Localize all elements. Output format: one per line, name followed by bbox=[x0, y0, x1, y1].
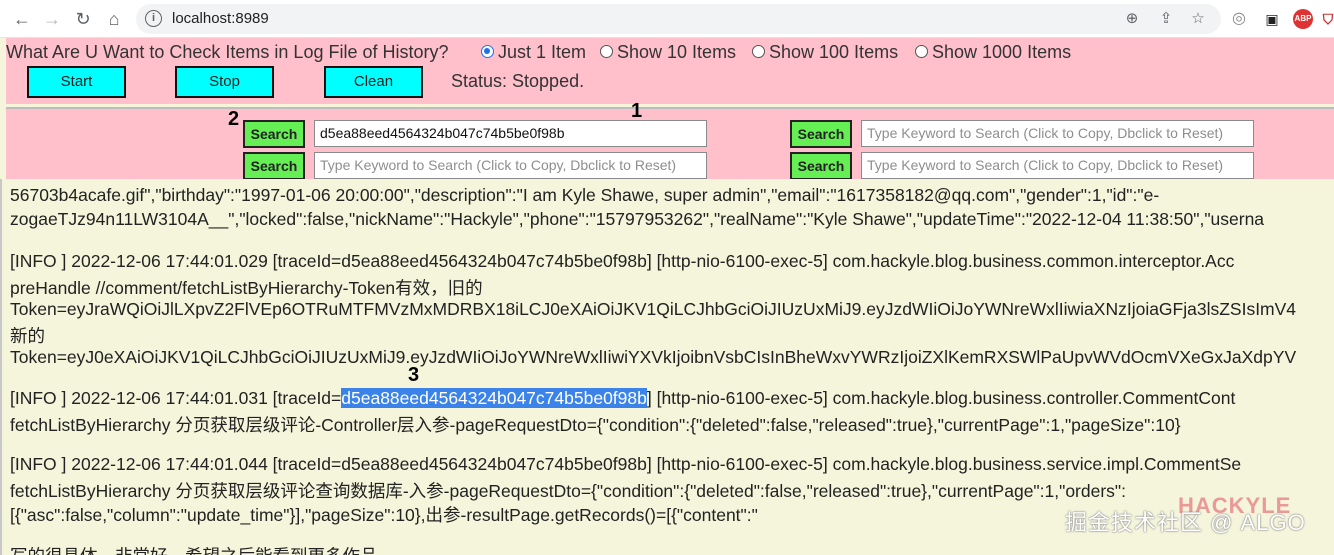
reload-icon[interactable]: ↻ bbox=[72, 8, 94, 30]
option-100-items[interactable]: Show 100 Items bbox=[752, 42, 898, 63]
annotation-marker-3: 3 bbox=[408, 364, 420, 386]
log-line: 写的很具体，非常好，希望之后能看到更多作品 bbox=[10, 543, 378, 555]
address-url[interactable]: localhost:8989 bbox=[172, 10, 269, 27]
log-line: 新的 bbox=[10, 326, 45, 346]
adblock-icon[interactable]: ABP bbox=[1293, 9, 1313, 29]
log-line: [INFO ] 2022-12-06 17:44:01.029 [traceId… bbox=[10, 251, 1235, 271]
status-text: Status: Stopped. bbox=[451, 71, 585, 91]
stop-button[interactable]: Stop bbox=[175, 66, 274, 98]
item-count-question: What Are U Want to Check Items in Log Fi… bbox=[6, 42, 449, 62]
search-input-2[interactable]: Type Keyword to Search (Click to Copy, D… bbox=[861, 120, 1254, 147]
bookmark-star-icon[interactable]: ☆ bbox=[1188, 9, 1208, 29]
search-input-4[interactable]: Type Keyword to Search (Click to Copy, D… bbox=[861, 152, 1254, 179]
log-line: [INFO ] 2022-12-06 17:44:01.044 [traceId… bbox=[10, 454, 1242, 474]
search-input-1[interactable]: d5ea88eed4564324b047c74b5be0f98b bbox=[314, 120, 707, 147]
share-icon[interactable]: ⇪ bbox=[1156, 9, 1176, 29]
forward-icon[interactable]: → bbox=[41, 8, 63, 30]
option-1-item[interactable]: Just 1 Item bbox=[481, 42, 586, 63]
search-input-3[interactable]: Type Keyword to Search (Click to Copy, D… bbox=[314, 152, 707, 179]
log-line: Token=eyJraWQiOiJlLXpvZ2FlVEp6OTRuMTFMVz… bbox=[10, 299, 1297, 319]
option-1000-items[interactable]: Show 1000 Items bbox=[915, 42, 1071, 63]
log-output[interactable]: 56703b4acafe.gif","birthday":"1997-01-06… bbox=[0, 179, 1334, 555]
clean-button[interactable]: Clean bbox=[324, 66, 423, 98]
log-line: fetchListByHierarchy 分页获取层级评论查询数据库-入参-pa… bbox=[10, 481, 1126, 501]
back-icon[interactable]: ← bbox=[11, 8, 33, 30]
address-bar[interactable]: i localhost:8989 ⊕ ⇪ ☆ bbox=[136, 4, 1221, 34]
log-line-highlighted: [INFO ] 2022-12-06 17:44:01.031 [traceId… bbox=[10, 388, 1236, 408]
control-panel: What Are U Want to Check Items in Log Fi… bbox=[6, 38, 1334, 104]
radio-icon[interactable] bbox=[752, 45, 765, 58]
log-line: [{"asc":false,"column":"update_time"}],"… bbox=[10, 505, 758, 525]
search-button-2[interactable]: Search bbox=[790, 120, 852, 148]
option-10-items[interactable]: Show 10 Items bbox=[600, 42, 736, 63]
home-icon[interactable]: ⌂ bbox=[103, 8, 125, 30]
extension-circle-icon[interactable]: ◎ bbox=[1229, 9, 1249, 29]
log-line: Token=eyJ0eXAiOiJKV1QiLCJhbGciOiJIUzUxMi… bbox=[10, 347, 1297, 367]
search-panel: 2 1 Search d5ea88eed4564324b047c74b5be0f… bbox=[6, 100, 1334, 180]
site-watermark: 掘金技术社区 @ ALGO bbox=[1065, 510, 1306, 535]
log-line: 56703b4acafe.gif","birthday":"1997-01-06… bbox=[10, 185, 1160, 205]
start-button[interactable]: Start bbox=[27, 66, 126, 98]
zoom-icon[interactable]: ⊕ bbox=[1122, 9, 1142, 29]
annotation-marker-2: 2 bbox=[228, 108, 240, 130]
site-info-icon[interactable]: i bbox=[145, 10, 162, 27]
log-line: fetchListByHierarchy 分页获取层级评论-Controller… bbox=[10, 415, 1181, 435]
extension-shield-icon[interactable]: ⛉ bbox=[1318, 9, 1334, 29]
radio-icon[interactable] bbox=[600, 45, 613, 58]
search-button-4[interactable]: Search bbox=[790, 152, 852, 180]
browser-toolbar: ← → ↻ ⌂ i localhost:8989 ⊕ ⇪ ☆ ◎ ▣ ABP ⛉ bbox=[0, 0, 1334, 38]
radio-icon[interactable] bbox=[915, 45, 928, 58]
log-line: zogaeTJz94n11LW3104A__","locked":false,"… bbox=[10, 209, 1265, 229]
log-line: preHandle //comment/fetchListByHierarchy… bbox=[10, 278, 483, 298]
selected-trace-id[interactable]: d5ea88eed4564324b047c74b5be0f98b bbox=[341, 388, 647, 408]
radio-selected-icon[interactable] bbox=[481, 45, 494, 58]
search-button-1[interactable]: Search bbox=[243, 120, 305, 148]
extension-game-icon[interactable]: ▣ bbox=[1262, 9, 1282, 29]
search-button-3[interactable]: Search bbox=[243, 152, 305, 180]
